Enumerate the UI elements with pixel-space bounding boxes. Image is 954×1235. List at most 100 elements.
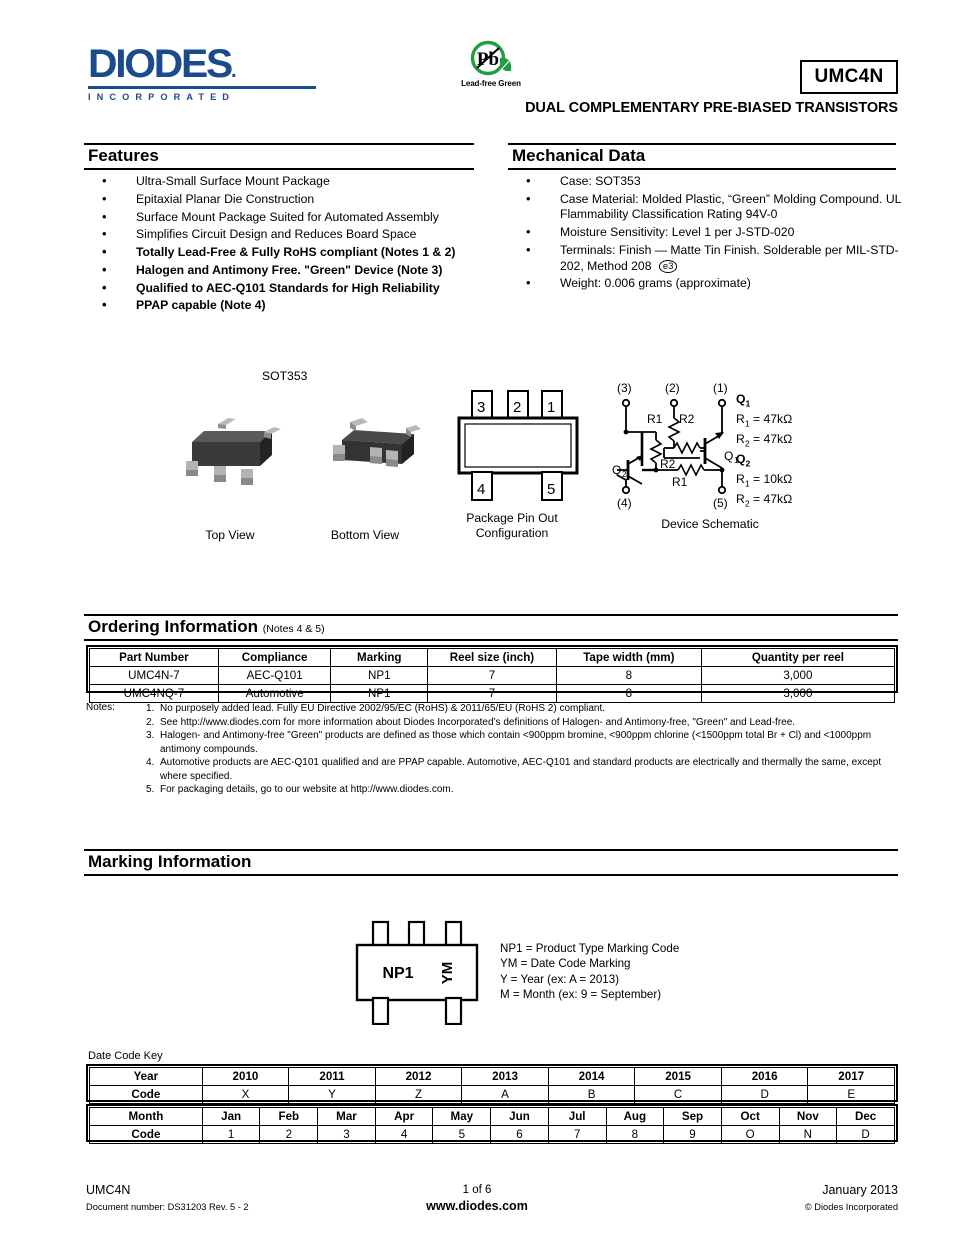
svg-text:(1): (1) [713, 381, 728, 395]
pb-crossed-circle-icon: Pb [467, 40, 515, 78]
table-header-row: Part Number Compliance Marking Reel size (i… [89, 648, 896, 667]
marking-section-header: Marking Information [84, 849, 898, 876]
month-cell: Feb [259, 1107, 319, 1126]
table-cell: NP1 [330, 684, 429, 703]
ordering-table: Part Number Compliance Marking Reel size (i… [89, 648, 896, 703]
row-header: Year [89, 1067, 203, 1086]
mechanical-item: Moisture Sensitivity: Level 1 per J-STD-… [508, 224, 904, 241]
table-cell: 3,000 [700, 684, 896, 703]
mechanical-data-list: Case: SOT353Case Material: Molded Plasti… [508, 173, 904, 294]
mechanical-section-header: Mechanical Data [508, 143, 896, 170]
month-cell: Jan [201, 1107, 261, 1126]
column-header: Quantity per reel [700, 648, 896, 667]
note-number: 1. [146, 703, 155, 714]
svg-text:YM: YM [439, 962, 456, 985]
mechanical-item: Terminals: Finish — Matte Tin Finish. So… [508, 242, 904, 274]
month-cell: Jul [547, 1107, 607, 1126]
month-cell: May [432, 1107, 492, 1126]
lead-free-green-logo: Pb Lead-free Green [455, 40, 527, 88]
schematic-q1-r2: R2 = 47kΩ [736, 431, 793, 449]
feature-item: Totally Lead-Free & Fully RoHS compliant… [84, 244, 484, 261]
note-item: 3. Halogen- and Antimony-free "Green" pro… [146, 730, 872, 755]
svg-text:2: 2 [622, 470, 627, 479]
month-code-cell: 4 [374, 1125, 434, 1144]
marking-legend: NP1 = Product Type Marking Code YM = Date… [500, 941, 800, 1003]
month-code-cell: O [720, 1125, 780, 1144]
footer-page-number: 1 of 6 [462, 1184, 492, 1196]
table-cell: 7 [427, 666, 557, 685]
year-cell: 2012 [374, 1067, 463, 1086]
month-cell: Apr [374, 1107, 434, 1126]
mechanical-item: Case Material: Molded Plastic, “Green” M… [508, 191, 904, 223]
table-row: UMC4N-7 AEC-Q101 NP1 7 8 3,000 [89, 666, 896, 685]
svg-text:5: 5 [547, 481, 555, 498]
table-cell: AEC-Q101 [217, 666, 332, 685]
table-cell: 8 [555, 666, 702, 685]
svg-text:(3): (3) [617, 381, 632, 395]
footer-copyright: © Diodes Incorporated [804, 1202, 898, 1212]
note-number: 3. [146, 730, 155, 742]
features-section-header: Features [84, 143, 474, 170]
e3-symbol-icon: e3 [658, 259, 678, 273]
svg-text:Q: Q [612, 463, 621, 477]
row-header: Code [89, 1125, 203, 1144]
month-code-cell: 8 [605, 1125, 665, 1144]
table-cell: Automotive [217, 684, 332, 703]
month-code-row: Code 1 2 3 4 5 6 7 8 9 O N D [89, 1125, 895, 1144]
svg-text:NP1: NP1 [382, 965, 413, 982]
month-code-cell: 2 [259, 1125, 319, 1144]
month-code-cell: 6 [490, 1125, 549, 1144]
year-cell: 2013 [461, 1067, 549, 1086]
year-cell: 2011 [288, 1067, 376, 1086]
svg-text:R1: R1 [647, 412, 663, 426]
package-bottom-view-image [322, 414, 422, 491]
schematic-q2-header: Q2 [736, 451, 751, 469]
table-cell: 3,000 [700, 666, 896, 685]
feature-item: Simplifies Circuit Design and Reduces Bo… [84, 226, 484, 243]
month-row: Month Jan Feb Mar Apr May Jun Jul Aug Sep Oct Nov De… [89, 1107, 895, 1126]
year-cell: 2016 [720, 1067, 809, 1086]
feature-item: Ultra-Small Surface Mount Package [84, 173, 484, 190]
marking-legend-line: M = Month (ex: 9 = September) [500, 988, 662, 1002]
year-cell: 2017 [807, 1067, 895, 1086]
year-code-cell: E [807, 1085, 895, 1104]
marking-legend-line: YM = Date Code Marking [500, 957, 631, 971]
column-header: Reel size (inch) [427, 648, 557, 667]
package-top-view-image [180, 414, 284, 491]
table-cell: UMC4N-7 [89, 666, 219, 685]
month-code-cell: 7 [547, 1125, 607, 1144]
year-cell: 2010 [201, 1067, 290, 1086]
month-code-cell: N [778, 1125, 838, 1144]
schematic-q1-r1: R1 = 47kΩ [736, 411, 793, 429]
bottom-view-label: Bottom View [330, 528, 400, 542]
schematic-q1-header: Q1 [736, 392, 751, 409]
notes-label: Notes: [86, 702, 115, 713]
document-subtitle: DUAL COMPLEMENTARY PRE-BIASED TRANSISTOR… [525, 100, 898, 116]
marking-legend-line: Y = Year (ex: A = 2013) [500, 972, 620, 986]
schematic-q2-r1: R1 = 10kΩ [736, 471, 793, 489]
svg-text:(4): (4) [617, 496, 632, 510]
year-code-cell: Z [374, 1085, 463, 1104]
date-code-key-label: Date Code Key [88, 1050, 163, 1062]
svg-text:(2): (2) [665, 381, 680, 395]
svg-text:R2: R2 [679, 412, 695, 426]
page-header: DIODES. INCORPORATED Pb Lead-free Green … [0, 0, 954, 120]
year-code-cell: C [634, 1085, 722, 1104]
logo-subtext: INCORPORATED [88, 92, 236, 102]
feature-item: Qualified to AEC-Q101 Standards for High… [84, 280, 484, 297]
column-header: Compliance [217, 648, 332, 667]
year-code-table: Year 2010 2011 2012 2013 2014 2015 2016 2017 Code… [89, 1067, 895, 1104]
device-schematic-diagram: (3) (2) (1) (4) (5) R1 R2 R2 R1 Q 2 Q 1 [612, 376, 747, 516]
month-code-cell: 3 [317, 1125, 376, 1144]
svg-text:Q: Q [724, 449, 733, 463]
svg-text:(5): (5) [713, 496, 728, 510]
footer-part-number: UMC4N [86, 1183, 131, 1197]
marking-diagram: NP1 YM [352, 920, 492, 1030]
table-row: UMC4NQ-7 Automotive NP1 7 8 3,000 [89, 684, 896, 703]
logo-wordmark: DIODES. [88, 42, 237, 86]
sot353-label: SOT353 [262, 369, 308, 383]
row-header: Month [89, 1107, 203, 1126]
footer-website[interactable]: www.diodes.com [377, 1199, 577, 1213]
schematic-values: Q1 R1 = 47kΩ R2 = 47kΩ Q2 R1 = 10kΩ R2 =… [736, 392, 792, 512]
month-cell: Sep [663, 1107, 722, 1126]
